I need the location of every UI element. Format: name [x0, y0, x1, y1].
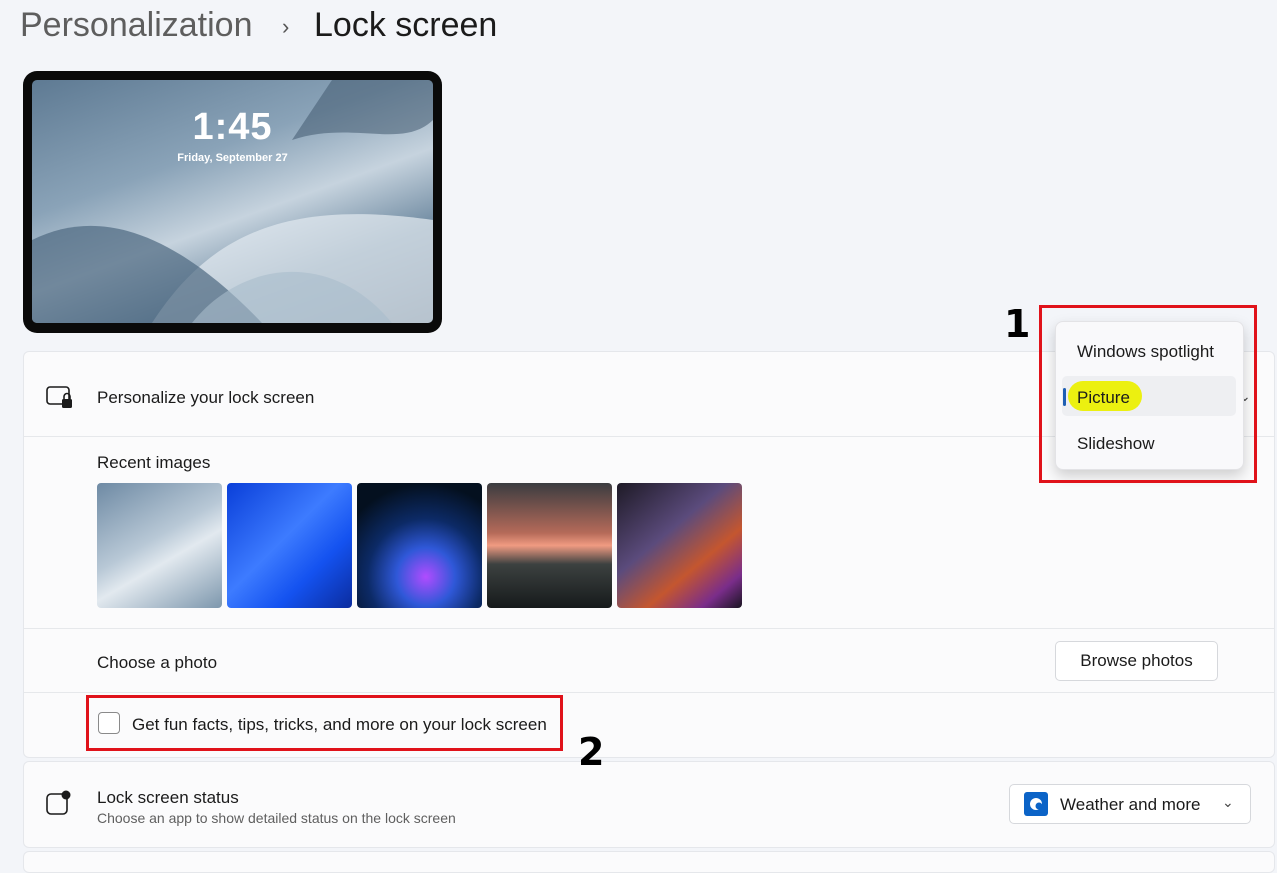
annotation-box-1	[1039, 305, 1257, 483]
recent-images-label: Recent images	[97, 453, 211, 472]
lock-screen-monitor-icon	[46, 386, 74, 415]
annotation-label-2: 2	[578, 730, 605, 774]
lock-screen-status-title: Lock screen status	[97, 788, 239, 807]
breadcrumb-chevron-icon: ›	[282, 14, 290, 39]
lock-screen-status-selected: Weather and more	[1060, 795, 1201, 814]
preview-clock: 1:45	[192, 106, 273, 148]
recent-image-4[interactable]	[487, 483, 612, 608]
lock-screen-status-card: Lock screen status Choose an app to show…	[23, 761, 1275, 848]
annotation-box-2	[86, 695, 563, 751]
lock-screen-status-description: Choose an app to show detailed status on…	[97, 810, 456, 826]
recent-image-2[interactable]	[227, 483, 352, 608]
status-badge-icon	[46, 790, 72, 821]
annotation-label-1: 1	[1004, 302, 1031, 346]
lock-screen-preview: 1:45 Friday, September 27	[23, 71, 442, 333]
divider	[24, 628, 1274, 629]
browse-photos-button[interactable]: Browse photos	[1055, 641, 1218, 681]
recent-image-3[interactable]	[357, 483, 482, 608]
next-settings-card	[23, 851, 1275, 873]
lock-screen-status-dropdown[interactable]: Weather and more ⌄	[1009, 784, 1251, 824]
recent-image-5[interactable]	[617, 483, 742, 608]
divider	[24, 692, 1274, 693]
preview-date: Friday, September 27	[177, 152, 288, 164]
recent-image-1[interactable]	[97, 483, 222, 608]
chevron-down-icon: ⌄	[1222, 794, 1234, 810]
preview-wallpaper: 1:45 Friday, September 27	[32, 80, 433, 323]
choose-photo-label: Choose a photo	[97, 653, 218, 672]
personalize-lock-screen-label: Personalize your lock screen	[97, 388, 315, 407]
breadcrumb-personalization[interactable]: Personalization	[20, 6, 252, 45]
page-title: Lock screen	[314, 6, 498, 44]
weather-app-icon	[1024, 792, 1048, 816]
